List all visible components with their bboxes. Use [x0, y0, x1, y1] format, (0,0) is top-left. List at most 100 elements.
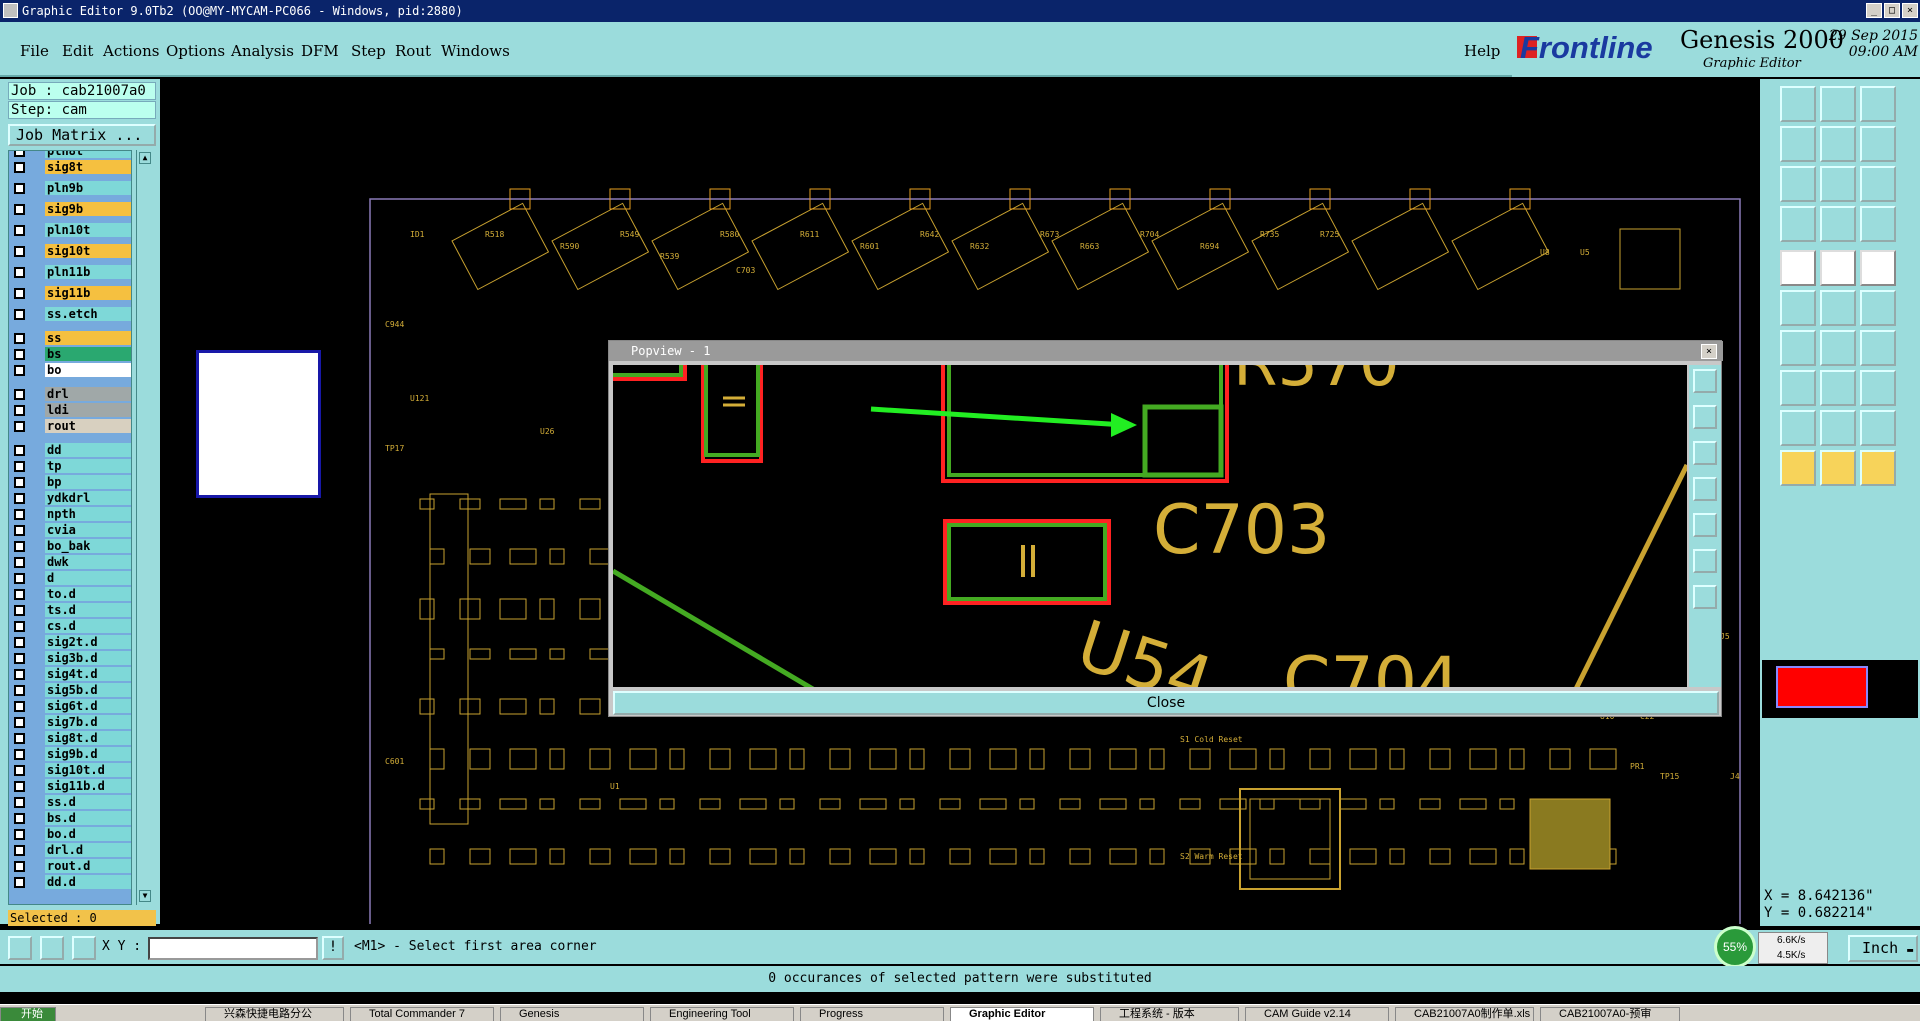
taskbar-item[interactable]: CAM Guide v2.14 — [1245, 1007, 1389, 1021]
layer-row[interactable]: sig8t.d — [9, 730, 131, 746]
taskbar-item[interactable]: CAB21007A0制作单.xls — [1395, 1007, 1534, 1021]
tool-button-29-icon[interactable] — [1820, 450, 1856, 486]
layer-row[interactable]: ydkdrl — [9, 490, 131, 506]
tool-button-20-icon[interactable] — [1820, 330, 1856, 366]
popview-close-icon[interactable]: × — [1701, 344, 1717, 359]
layer-name[interactable]: drl — [45, 387, 131, 401]
menu-options[interactable]: Options — [166, 42, 225, 60]
layer-row[interactable]: dd — [9, 442, 131, 458]
popview-tool-3-icon[interactable] — [1693, 441, 1717, 465]
layer-name[interactable]: sig10t.d — [45, 763, 131, 777]
layer-checkbox[interactable] — [14, 813, 25, 824]
layer-row[interactable]: bs.d — [9, 810, 131, 826]
layer-name[interactable]: rout.d — [45, 859, 131, 873]
layer-checkbox[interactable] — [14, 151, 25, 157]
menu-windows[interactable]: Windows — [441, 42, 510, 60]
layer-row[interactable]: pln10t — [9, 222, 131, 238]
tool-button-23-icon[interactable] — [1820, 370, 1856, 406]
layer-name[interactable]: cs.d — [45, 619, 131, 633]
tool-button-28-icon[interactable] — [1780, 450, 1816, 486]
popview-tool-5-icon[interactable] — [1693, 513, 1717, 537]
layer-scrollbar[interactable]: ▲ ▼ — [136, 150, 154, 905]
tool-button-4-icon[interactable] — [1780, 126, 1816, 162]
layer-name[interactable]: bo — [45, 363, 131, 377]
layer-name[interactable]: cvia — [45, 523, 131, 537]
layer-row[interactable]: ss.etch — [9, 306, 131, 322]
layer-name[interactable]: ss.d — [45, 795, 131, 809]
menu-analysis[interactable]: Analysis — [231, 42, 294, 60]
layer-row[interactable]: sig10t — [9, 243, 131, 259]
layer-checkbox[interactable] — [14, 749, 25, 760]
layer-row[interactable]: sig11b.d — [9, 778, 131, 794]
layer-checkbox[interactable] — [14, 461, 25, 472]
layer-name[interactable]: sig6t.d — [45, 699, 131, 713]
layer-checkbox[interactable] — [14, 267, 25, 278]
layer-name[interactable]: rout — [45, 419, 131, 433]
layer-row[interactable]: tp — [9, 458, 131, 474]
layer-name[interactable]: drl.d — [45, 843, 131, 857]
tool-button-9-icon[interactable] — [1860, 166, 1896, 202]
layer-row[interactable]: bo — [9, 362, 131, 378]
layer-checkbox[interactable] — [14, 557, 25, 568]
menu-step[interactable]: Step — [351, 42, 386, 60]
minimize-icon[interactable]: _ — [1866, 3, 1882, 18]
taskbar-item[interactable]: Progress — [800, 1007, 944, 1021]
snap-tool-icon[interactable] — [8, 936, 32, 960]
layer-row[interactable]: sig4t.d — [9, 666, 131, 682]
tool-button-6-icon[interactable] — [1860, 126, 1896, 162]
layer-name[interactable]: ts.d — [45, 603, 131, 617]
layer-checkbox[interactable] — [14, 845, 25, 856]
layer-name[interactable]: sig7b.d — [45, 715, 131, 729]
layer-row[interactable]: sig5b.d — [9, 682, 131, 698]
menu-file[interactable]: File — [20, 42, 49, 60]
layer-name[interactable]: sig9b.d — [45, 747, 131, 761]
menu-edit[interactable]: Edit — [62, 42, 93, 60]
layer-checkbox[interactable] — [14, 288, 25, 299]
popview-tool-7-icon[interactable] — [1693, 585, 1717, 609]
layer-checkbox[interactable] — [14, 309, 25, 320]
layer-checkbox[interactable] — [14, 701, 25, 712]
tool-button-10-icon[interactable] — [1780, 206, 1816, 242]
layer-name[interactable]: sig5b.d — [45, 683, 131, 697]
layer-name[interactable]: sig11b.d — [45, 779, 131, 793]
tool-button-2-icon[interactable] — [1820, 86, 1856, 122]
layer-name[interactable]: sig2t.d — [45, 635, 131, 649]
measure-tool-icon[interactable] — [40, 936, 64, 960]
layer-name[interactable]: bo.d — [45, 827, 131, 841]
layer-checkbox[interactable] — [14, 389, 25, 400]
layer-name[interactable]: dd — [45, 443, 131, 457]
tool-button-21-icon[interactable] — [1860, 330, 1896, 366]
layer-checkbox[interactable] — [14, 669, 25, 680]
layer-name[interactable]: tp — [45, 459, 131, 473]
layer-checkbox[interactable] — [14, 797, 25, 808]
layer-name[interactable]: sig10t — [45, 244, 131, 258]
layer-row[interactable]: cvia — [9, 522, 131, 538]
taskbar-item[interactable]: 兴森快捷电路分公 — [205, 1007, 344, 1021]
tool-button-8-icon[interactable] — [1820, 166, 1856, 202]
layer-row[interactable]: rout.d — [9, 858, 131, 874]
tool-button-27-icon[interactable] — [1860, 410, 1896, 446]
layer-checkbox[interactable] — [14, 204, 25, 215]
layer-row[interactable]: ldi — [9, 402, 131, 418]
layer-checkbox[interactable] — [14, 162, 25, 173]
layer-row[interactable]: dd.d — [9, 874, 131, 890]
layer-row[interactable]: bo_bak — [9, 538, 131, 554]
tool-button-11-icon[interactable] — [1820, 206, 1856, 242]
tool-button-30-icon[interactable] — [1860, 450, 1896, 486]
layer-name[interactable]: ss — [45, 331, 131, 345]
layer-name[interactable]: pln9b — [45, 181, 131, 195]
layer-row[interactable]: ss.d — [9, 794, 131, 810]
alert-icon[interactable]: ! — [322, 936, 344, 960]
layer-name[interactable]: sig8t.d — [45, 731, 131, 745]
layer-name[interactable]: sig3b.d — [45, 651, 131, 665]
popview-tool-1-icon[interactable] — [1693, 369, 1717, 393]
layer-row[interactable]: rout — [9, 418, 131, 434]
layer-name[interactable]: to.d — [45, 587, 131, 601]
layer-row[interactable]: sig7b.d — [9, 714, 131, 730]
layer-row[interactable]: sig10t.d — [9, 762, 131, 778]
layer-name[interactable]: ss.etch — [45, 307, 131, 321]
menu-actions[interactable]: Actions — [103, 42, 159, 60]
layer-row[interactable]: sig9b.d — [9, 746, 131, 762]
popview-tool-2-icon[interactable] — [1693, 405, 1717, 429]
layer-name[interactable]: ldi — [45, 403, 131, 417]
